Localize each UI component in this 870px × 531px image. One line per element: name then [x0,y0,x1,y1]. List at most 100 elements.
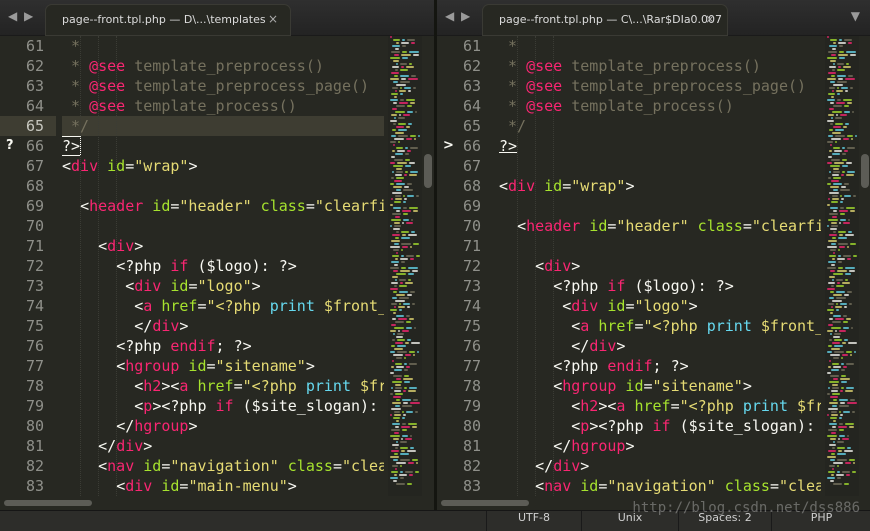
code-line[interactable]: */ [499,116,821,136]
code-line[interactable] [499,156,821,176]
forward-icon[interactable]: ▶ [461,9,470,23]
minimap-line [839,210,848,212]
code-line[interactable]: </div> [499,336,821,356]
code-line[interactable]: </div> [62,316,384,336]
code-token: href [589,317,635,335]
minimap[interactable] [825,36,859,496]
code-line[interactable]: <div id="logo"> [499,296,821,316]
code-line[interactable]: * [499,36,821,56]
minimap-line [401,267,406,269]
minimap-line [410,447,414,449]
code-area[interactable]: * * @see template_preprocess() * @see te… [62,36,384,496]
tab-file[interactable]: page--front.tpl.php — D\...\templates × [46,5,290,35]
scroll-thumb[interactable] [424,154,432,188]
minimap-line [395,216,400,218]
code-line[interactable]: <div> [499,256,821,276]
minimap-line [402,51,407,53]
code-line[interactable]: <div> [62,236,384,256]
minimap-line [393,102,397,104]
minimap[interactable] [388,36,422,496]
horizontal-scrollbar[interactable] [0,496,434,510]
minimap-line [833,273,843,275]
code-token: a [580,317,590,335]
minimap-line [830,228,837,230]
scroll-thumb[interactable] [4,500,92,506]
line-number-gutter: 61 62 63 64 65 66? 67 68 69 70 71 72 73 74 75 76 77 78 79 8… [0,36,56,496]
close-icon[interactable]: × [705,12,715,26]
code-line[interactable]: <header id="header" class="clearfi [499,216,821,236]
minimap-line [839,234,843,236]
minimap-line [395,321,404,323]
code-line[interactable] [62,176,384,196]
code-line[interactable]: <?php if ($logo): ?> [62,256,384,276]
minimap-line [390,57,400,59]
scroll-thumb[interactable] [441,500,529,506]
code-line[interactable]: <h2><a href="<?php print $fr [499,396,821,416]
code-line[interactable]: <?php if ($logo): ?> [499,276,821,296]
code-line[interactable]: <hgroup id="sitename"> [62,356,384,376]
code-line[interactable]: <hgroup id="sitename"> [499,376,821,396]
minimap-line [838,78,843,80]
close-icon[interactable]: × [268,12,278,26]
back-icon[interactable]: ◀ [445,9,454,23]
code-line[interactable]: </div> [499,456,821,476]
scroll-thumb[interactable] [861,154,869,188]
code-line[interactable]: <nav id="navigation" class="clea [499,476,821,496]
code-line[interactable]: <div id="wrap"> [62,156,384,176]
tab-file[interactable]: page--front.tpl.php — C\...\Rar$DIa0.007… [483,5,727,35]
code-token: <?php [116,337,171,355]
minimap-line [843,411,850,413]
code-line[interactable] [62,216,384,236]
minimap-line [827,435,837,437]
minimap-line [393,39,400,41]
minimap-line [392,192,402,194]
code-line[interactable]: <?php endif; ?> [62,336,384,356]
code-token: @see [526,97,563,115]
minimap-line [393,81,398,83]
minimap-line [392,381,402,383]
code-line[interactable]: <nav id="navigation" class="clea [62,456,384,476]
code-line[interactable]: <a href="<?php print $front_ [62,296,384,316]
code-line[interactable]: ?> [62,136,384,156]
minimap-line [395,237,399,239]
minimap-line [830,270,835,272]
code-line[interactable]: </hgroup> [62,416,384,436]
code-line[interactable]: <div id="logo"> [62,276,384,296]
vertical-scrollbar[interactable] [861,36,869,496]
code-area[interactable]: * * @see template_preprocess() * @see te… [499,36,821,496]
code-line[interactable]: <p><?php if ($site_slogan): [62,396,384,416]
minimap-line [392,465,398,467]
code-line[interactable]: </div> [62,436,384,456]
code-line[interactable]: <?php endif; ?> [499,356,821,376]
code-line[interactable]: <div id="main-menu"> [62,476,384,496]
encoding-indicator[interactable]: UTF-8 [486,511,581,531]
code-token: ($site_slogan): [233,397,384,415]
code-line[interactable]: <h2><a href="<?php print $fr [62,376,384,396]
code-line[interactable]: * @see template_process() [499,96,821,116]
code-line[interactable]: <header id="header" class="clearfi [62,196,384,216]
code-line[interactable]: <p><?php if ($site_slogan): [499,416,821,436]
code-line[interactable]: * @see template_preprocess() [499,56,821,76]
minimap-line [408,273,414,275]
code-line[interactable]: * [62,36,384,56]
code-line[interactable]: * @see template_preprocess_page() [62,76,384,96]
code-line[interactable]: </hgroup> [499,436,821,456]
vertical-scrollbar[interactable] [424,36,432,496]
back-icon[interactable]: ◀ [8,9,17,23]
code-token: id [98,157,126,175]
tab-menu-icon[interactable]: ▼ [851,9,860,23]
code-line[interactable]: <a href="<?php print $front_ [499,316,821,336]
code-line[interactable]: ?> [499,136,821,156]
minimap-line [394,75,398,77]
code-line[interactable]: <div id="wrap"> [499,176,821,196]
forward-icon[interactable]: ▶ [24,9,33,23]
minimap-line [392,129,396,131]
minimap-line [405,159,410,161]
code-line[interactable]: * @see template_process() [62,96,384,116]
code-line[interactable] [499,196,821,216]
code-line[interactable]: */ [62,116,384,136]
code-line[interactable] [499,236,821,256]
code-line[interactable]: * @see template_preprocess_page() [499,76,821,96]
code-line[interactable]: * @see template_preprocess() [62,56,384,76]
line-number: 68 [25,177,44,195]
